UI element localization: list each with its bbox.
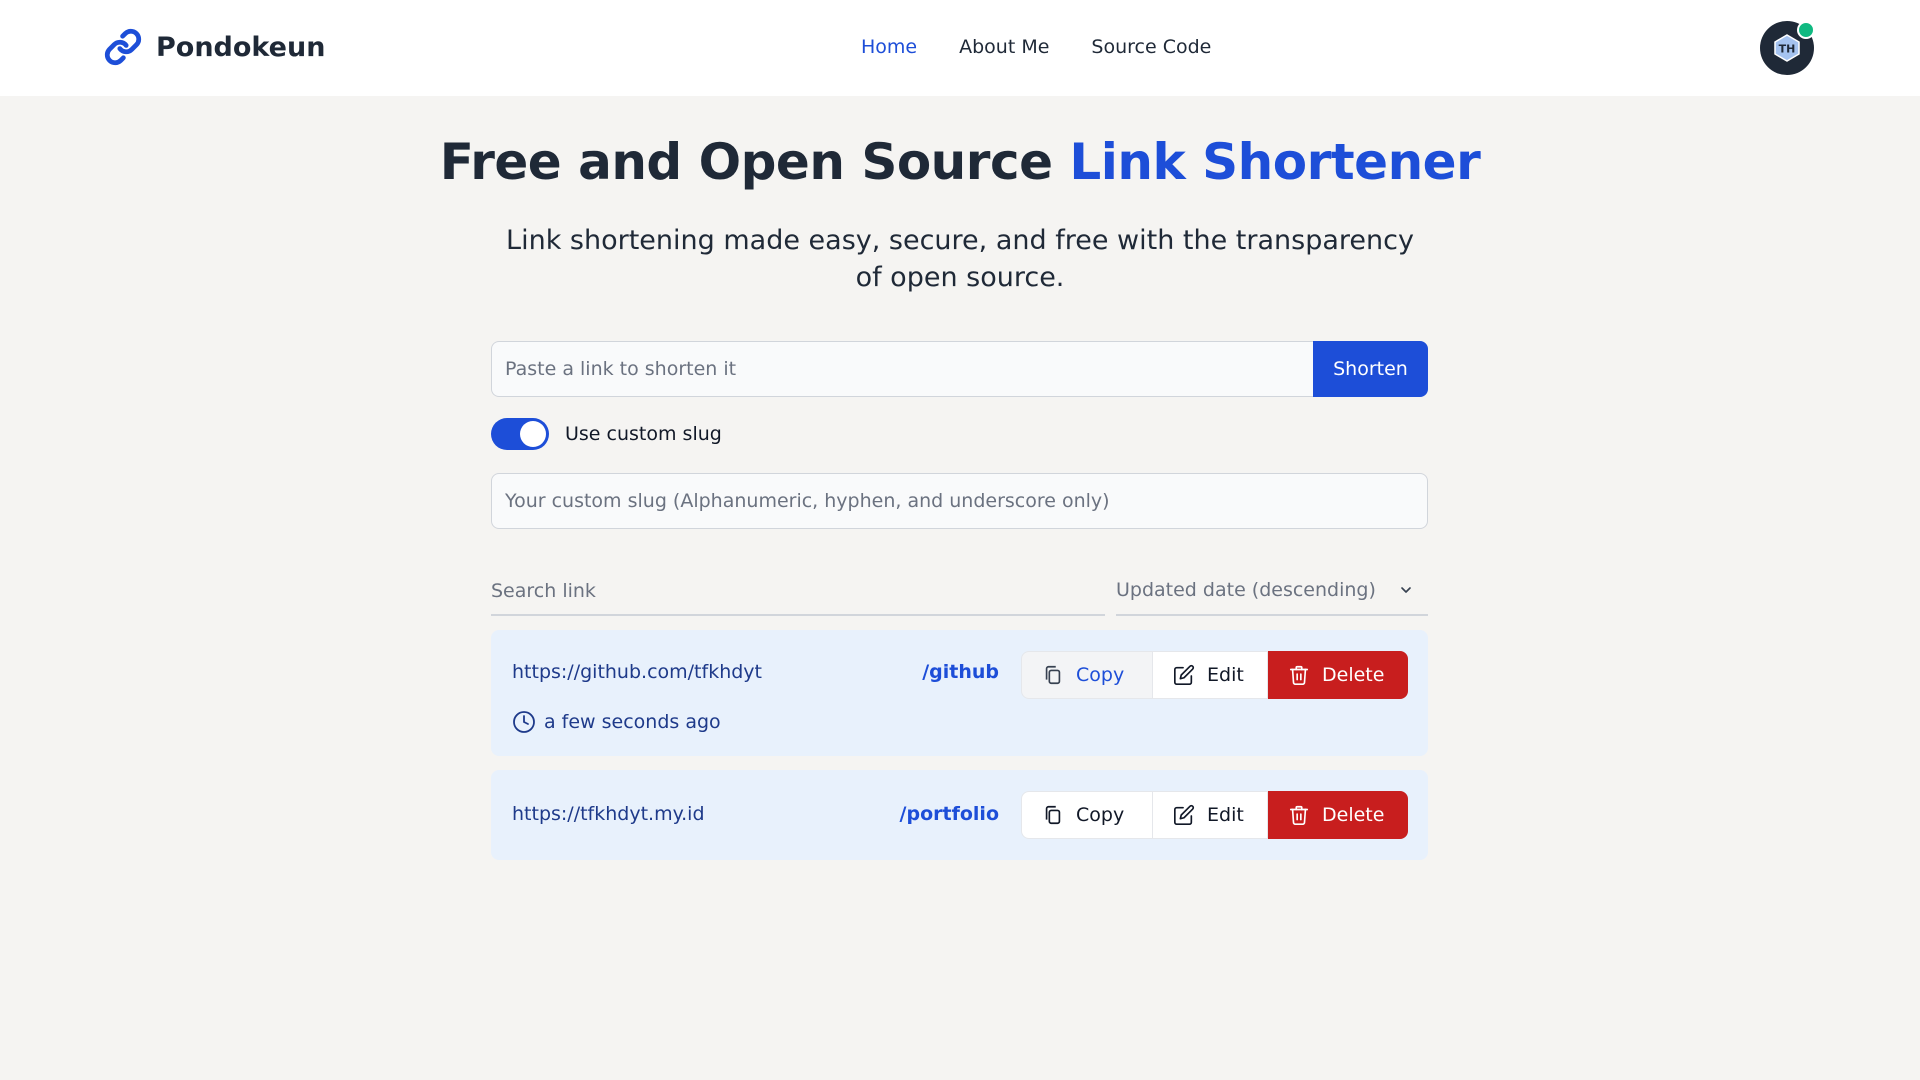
copy-label: Copy [1076, 664, 1125, 686]
link-card: https://tfkhdyt.my.id /portfolio Copy Ed… [491, 770, 1428, 860]
nav-about-me-link[interactable]: About Me [959, 36, 1049, 58]
avatar-logo-icon: TH [1774, 34, 1800, 62]
original-url-link[interactable]: https://github.com/tfkhdyt [512, 661, 762, 683]
original-url-link[interactable]: https://tfkhdyt.my.id [512, 803, 705, 825]
short-slug-link[interactable]: /github [922, 661, 999, 683]
page-subtitle: Link shortening made easy, secure, and f… [506, 225, 1414, 293]
custom-slug-toggle[interactable] [491, 418, 549, 450]
main-nav: Home About Me Source Code [861, 36, 1211, 58]
trash-icon [1288, 804, 1310, 826]
edit-icon [1173, 664, 1195, 686]
brand-link[interactable]: Pondokeun [104, 28, 325, 66]
custom-slug-toggle-label: Use custom slug [565, 423, 722, 445]
sort-select[interactable]: Updated date (descending) [1116, 566, 1428, 616]
link-icon [104, 28, 142, 66]
page-title-accent: Link Shortener [1069, 133, 1481, 191]
edit-label: Edit [1207, 804, 1244, 826]
delete-label: Delete [1322, 804, 1385, 826]
short-slug-link[interactable]: /portfolio [900, 803, 999, 825]
copy-icon [1042, 664, 1064, 686]
updated-time-text: a few seconds ago [544, 711, 721, 733]
online-status-indicator [1797, 21, 1815, 39]
custom-slug-toggle-row: Use custom slug [491, 418, 722, 450]
shorten-button[interactable]: Shorten [1313, 341, 1428, 397]
clock-icon [512, 710, 536, 734]
search-link-input[interactable] [491, 568, 1105, 616]
delete-label: Delete [1322, 664, 1385, 686]
sort-selected-value: Updated date (descending) [1116, 579, 1376, 601]
page-title: Free and Open Source Link Shortener [0, 133, 1920, 191]
copy-button[interactable]: Copy [1021, 791, 1153, 839]
top-navbar: Pondokeun Home About Me Source Code TH [0, 0, 1920, 96]
nav-source-code-link[interactable]: Source Code [1091, 36, 1211, 58]
copy-icon [1042, 804, 1064, 826]
user-avatar[interactable]: TH [1760, 21, 1815, 75]
link-card: https://github.com/tfkhdyt /github Copy … [491, 630, 1428, 756]
copy-label: Copy [1076, 804, 1125, 826]
custom-slug-input[interactable] [491, 473, 1428, 529]
toggle-knob [520, 421, 546, 447]
url-input[interactable] [491, 341, 1313, 397]
avatar-initials: TH [1779, 43, 1796, 56]
updated-timestamp: a few seconds ago [512, 710, 721, 734]
edit-label: Edit [1207, 664, 1244, 686]
copy-button[interactable]: Copy [1021, 651, 1153, 699]
nav-home-link[interactable]: Home [861, 36, 917, 58]
chevron-down-icon [1398, 582, 1414, 598]
edit-icon [1173, 804, 1195, 826]
trash-icon [1288, 664, 1310, 686]
shorten-form: Shorten [491, 341, 1428, 397]
link-actions: Copy Edit Delete [1021, 651, 1408, 699]
delete-button[interactable]: Delete [1268, 791, 1408, 839]
delete-button[interactable]: Delete [1268, 651, 1408, 699]
page-title-plain: Free and Open Source [439, 133, 1070, 191]
edit-button[interactable]: Edit [1153, 651, 1268, 699]
brand-name: Pondokeun [156, 31, 326, 63]
edit-button[interactable]: Edit [1153, 791, 1268, 839]
link-actions: Copy Edit Delete [1021, 791, 1408, 839]
